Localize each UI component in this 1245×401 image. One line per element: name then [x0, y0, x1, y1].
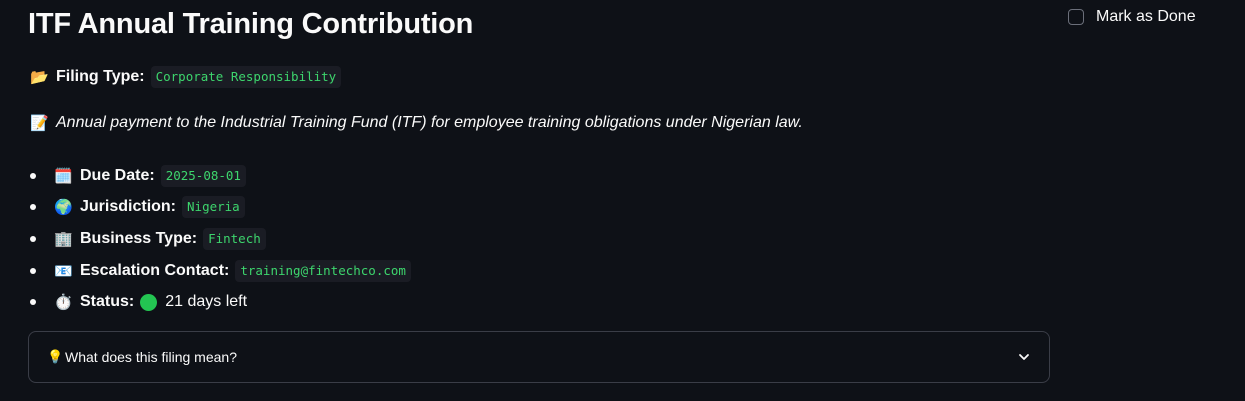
jurisdiction-value: Nigeria: [182, 196, 245, 219]
escalation-contact-value: training@fintechco.com: [235, 259, 411, 282]
filing-type-row: 📂 Filing Type: Corporate Responsibility: [30, 66, 342, 88]
details-list: 🗓️ Due Date: 2025-08-01 🌍 Jurisdiction: …: [30, 160, 411, 318]
calendar-icon: 🗓️: [54, 167, 73, 185]
expander-header: 💡 What does this filing mean?: [47, 349, 237, 365]
folder-icon: 📂: [30, 69, 49, 86]
jurisdiction-label: Jurisdiction:: [80, 198, 177, 216]
expander-label: What does this filing mean?: [65, 349, 237, 365]
list-item-escalation-contact: 📧 Escalation Contact: training@fintechco…: [30, 255, 411, 287]
filing-explanation-expander[interactable]: 💡 What does this filing mean?: [28, 331, 1050, 383]
memo-icon: 📝: [30, 115, 49, 132]
mark-as-done-label: Mark as Done: [1096, 8, 1196, 25]
green-circle-icon: [140, 293, 158, 311]
list-item-business-type: 🏢 Business Type: Fintech: [30, 223, 411, 255]
light-bulb-icon: 💡: [47, 349, 64, 364]
checkbox-box[interactable]: [1068, 9, 1084, 25]
stopwatch-icon: ⏱️: [54, 294, 73, 312]
business-type-value: Fintech: [203, 227, 266, 250]
description-row: 📝 Annual payment to the Industrial Train…: [30, 114, 803, 132]
status-label: Status:: [80, 293, 135, 311]
list-item-status: ⏱️ Status: 21 days left: [30, 286, 411, 318]
page: ITF Annual Training Contribution Mark as…: [0, 0, 1245, 401]
filing-type-label: Filing Type:: [56, 68, 145, 85]
page-title: ITF Annual Training Contribution: [28, 8, 474, 40]
email-icon: 📧: [54, 262, 73, 280]
due-date-value: 2025-08-01: [160, 164, 246, 187]
mark-as-done-checkbox[interactable]: Mark as Done: [1068, 8, 1196, 26]
description-text: Annual payment to the Industrial Trainin…: [56, 114, 803, 131]
due-date-label: Due Date:: [80, 166, 155, 184]
list-item-due-date: 🗓️ Due Date: 2025-08-01: [30, 160, 411, 192]
list-item-jurisdiction: 🌍 Jurisdiction: Nigeria: [30, 192, 411, 224]
chevron-down-icon[interactable]: [1017, 350, 1031, 364]
globe-icon: 🌍: [54, 199, 73, 217]
status-text: 21 days left: [165, 293, 248, 311]
business-type-label: Business Type:: [80, 229, 198, 247]
filing-type-value: Corporate Responsibility: [150, 66, 342, 88]
escalation-contact-label: Escalation Contact:: [80, 261, 230, 279]
office-building-icon: 🏢: [54, 230, 73, 248]
